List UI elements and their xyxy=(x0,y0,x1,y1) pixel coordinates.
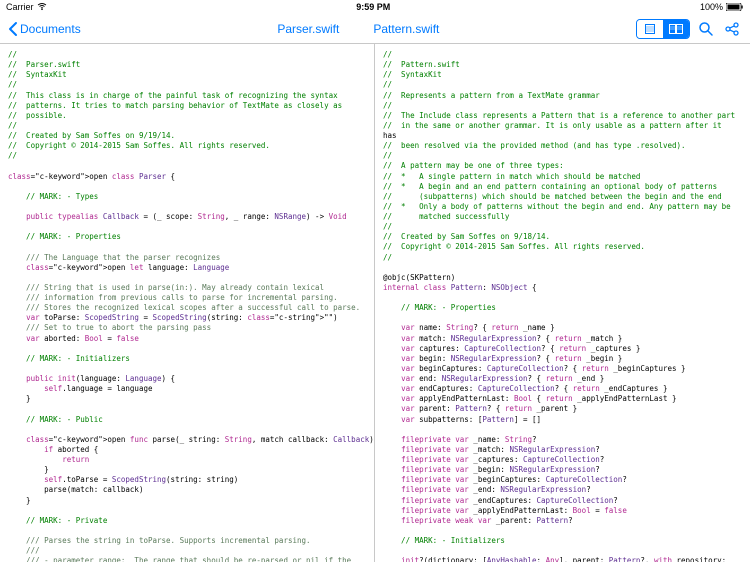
status-right: 100% xyxy=(700,2,744,12)
left-editor-pane[interactable]: // // Parser.swift // SyntaxKit // // Th… xyxy=(0,44,375,562)
editor-split: // // Parser.swift // SyntaxKit // // Th… xyxy=(0,44,750,562)
search-button[interactable] xyxy=(696,19,716,39)
layout-segmented-control[interactable] xyxy=(636,19,690,39)
nav-bar: Documents Parser.swift Pattern.swift xyxy=(0,14,750,44)
carrier-label: Carrier xyxy=(6,2,34,12)
single-pane-button[interactable] xyxy=(637,20,663,38)
nav-tabs: Parser.swift Pattern.swift xyxy=(277,22,439,36)
back-label: Documents xyxy=(20,22,81,36)
tab-parser[interactable]: Parser.swift xyxy=(277,22,339,36)
status-left: Carrier xyxy=(6,2,47,12)
share-button[interactable] xyxy=(722,19,742,39)
battery-percent: 100% xyxy=(700,2,723,12)
wifi-icon xyxy=(37,3,47,11)
back-button[interactable]: Documents xyxy=(8,21,81,37)
right-editor-pane[interactable]: // // Pattern.swift // SyntaxKit // // R… xyxy=(375,44,750,562)
chevron-left-icon xyxy=(8,21,18,37)
status-time: 9:59 PM xyxy=(356,2,390,12)
battery-icon xyxy=(726,3,744,11)
split-pane-button[interactable] xyxy=(663,20,689,38)
nav-right-controls xyxy=(636,19,742,39)
status-bar: Carrier 9:59 PM 100% xyxy=(0,0,750,14)
tab-pattern[interactable]: Pattern.swift xyxy=(373,22,439,36)
